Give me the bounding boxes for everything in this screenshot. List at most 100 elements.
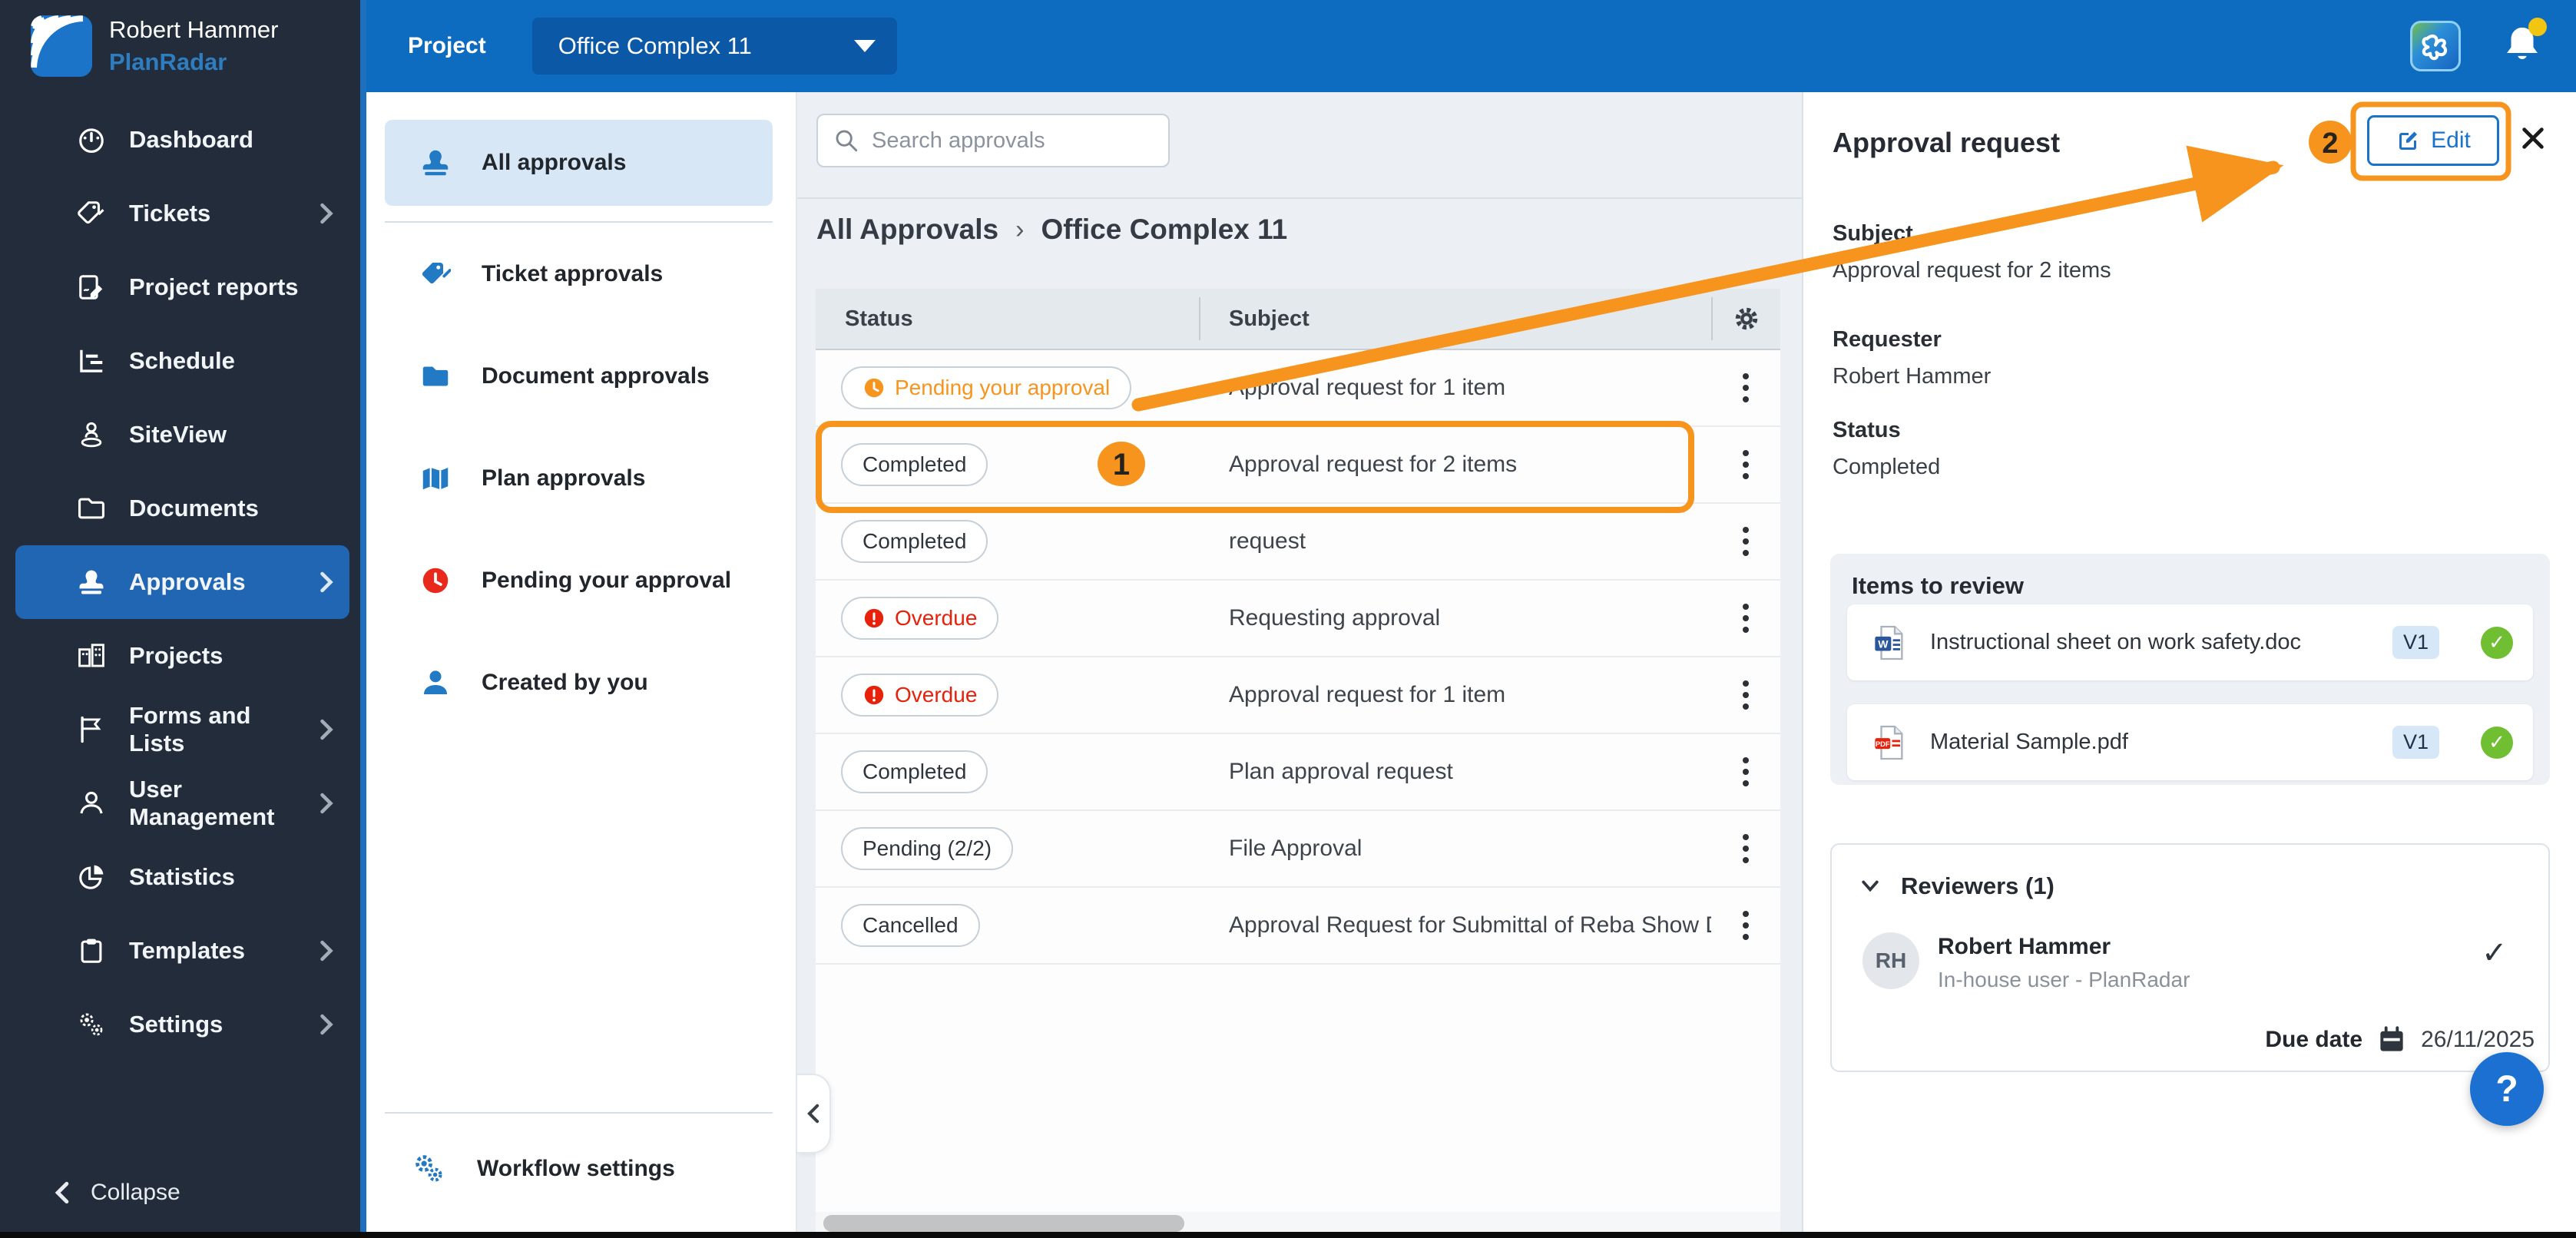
sidebar-item-siteview[interactable]: SiteView [0, 398, 360, 472]
folder-icon [77, 494, 106, 523]
review-item-pdf[interactable]: PDF Material Sample.pdf V1 ✓ [1847, 704, 2533, 780]
table-row[interactable]: Completed request [816, 504, 1780, 581]
notifications-button[interactable] [2502, 24, 2542, 68]
project-selector[interactable]: Office Complex 11 [532, 18, 897, 74]
status-badge: Cancelled [841, 904, 980, 947]
approvals-filter-panel: All approvals Ticket approvals Document … [366, 92, 797, 1238]
review-item-doc[interactable]: W Instructional sheet on work safety.doc… [1847, 604, 2533, 680]
sidebar-item-tickets[interactable]: Tickets [0, 177, 360, 250]
topbar: Project Office Complex 11 [366, 0, 2576, 92]
breadcrumb-current: Office Complex 11 [1041, 214, 1287, 246]
sidebar-item-projects[interactable]: Projects [0, 619, 360, 693]
filter-ticket-approvals[interactable]: Ticket approvals [366, 223, 796, 325]
file-name: Instructional sheet on work safety.doc [1930, 630, 2368, 655]
chevron-right-icon [319, 792, 334, 815]
chevron-right-icon [319, 202, 334, 225]
calendar-icon [2378, 1026, 2405, 1054]
status-value: Completed [1833, 455, 1940, 480]
svg-text:W: W [1878, 637, 1889, 650]
breadcrumb-root[interactable]: All Approvals [816, 214, 998, 246]
edit-button[interactable]: Edit [2367, 115, 2499, 166]
approvals-stamp-icon [77, 568, 106, 597]
subject-value: Approval request for 2 items [1833, 258, 2111, 283]
version-badge[interactable]: V1 [2392, 626, 2439, 659]
sidebar-item-settings[interactable]: Settings [0, 988, 360, 1061]
search-icon [833, 127, 859, 154]
row-menu-button[interactable] [1737, 444, 1755, 485]
app-name: PlanRadar [109, 48, 279, 76]
row-menu-button[interactable] [1737, 905, 1755, 946]
row-menu-button[interactable] [1737, 828, 1755, 869]
reviewers-section: Reviewers (1) RH Robert Hammer In-house … [1830, 843, 2550, 1072]
close-panel-button[interactable] [2516, 121, 2550, 155]
chevron-right-icon [319, 571, 334, 594]
table-empty-space [816, 965, 1780, 1212]
version-badge[interactable]: V1 [2392, 726, 2439, 759]
help-button[interactable]: ? [2470, 1052, 2544, 1126]
workflow-gears-icon [412, 1152, 446, 1186]
connect-icon [2419, 29, 2452, 63]
sidebar-item-dashboard[interactable]: Dashboard [0, 103, 360, 177]
row-menu-button[interactable] [1737, 521, 1755, 562]
sidebar-item-templates[interactable]: Templates [0, 914, 360, 988]
search-input[interactable] [872, 128, 1153, 154]
account-block[interactable]: Robert Hammer PlanRadar [31, 15, 279, 77]
chevron-right-icon [319, 1013, 334, 1036]
chevron-left-icon [54, 1180, 71, 1205]
table-row[interactable]: Cancelled Approval Request for Submittal… [816, 888, 1780, 965]
row-menu-button[interactable] [1737, 367, 1755, 409]
sidebar-item-user-management[interactable]: User Management [0, 766, 360, 840]
table-row[interactable]: Pending your approval Approval request f… [816, 350, 1780, 427]
column-header-status[interactable]: Status [816, 297, 1200, 340]
table-settings-button[interactable] [1711, 297, 1780, 340]
sidebar-accent-strip [360, 0, 366, 1238]
filter-document-approvals[interactable]: Document approvals [366, 325, 796, 427]
panel-collapse-handle[interactable] [797, 1074, 831, 1154]
filter-pending-your-approval[interactable]: Pending your approval [366, 529, 796, 631]
approved-check-icon: ✓ [2481, 727, 2513, 759]
gears-icon [77, 1010, 106, 1039]
sidebar-nav: Dashboard Tickets Project reports Schedu… [0, 103, 360, 1061]
search-box[interactable] [816, 114, 1170, 167]
row-menu-button[interactable] [1737, 597, 1755, 639]
status-badge: Pending (2/2) [841, 827, 1013, 870]
sidebar-item-schedule[interactable]: Schedule [0, 324, 360, 398]
connect-app-button[interactable] [2410, 21, 2461, 71]
table-header: Status Subject [816, 289, 1780, 350]
sidebar-item-approvals[interactable]: Approvals [15, 545, 349, 619]
filter-created-by-you[interactable]: Created by you [366, 631, 796, 733]
column-header-subject[interactable]: Subject [1200, 297, 1711, 340]
chevron-left-icon [806, 1103, 820, 1124]
requester-value: Robert Hammer [1833, 364, 1991, 389]
workflow-settings-button[interactable]: Workflow settings [366, 1130, 796, 1207]
tickets-icon [77, 199, 106, 228]
table-row[interactable]: Completed Plan approval request [816, 734, 1780, 811]
user-icon [77, 789, 106, 818]
sidebar-item-documents[interactable]: Documents [0, 472, 360, 545]
reviewers-toggle[interactable]: Reviewers (1) [1859, 872, 2055, 900]
row-menu-button[interactable] [1737, 751, 1755, 793]
map-icon [420, 463, 451, 494]
reviewer-subtitle: In-house user - PlanRadar [1938, 968, 2190, 992]
edit-pencil-icon [2396, 128, 2420, 153]
table-row[interactable]: Overdue Approval request for 1 item [816, 657, 1780, 734]
pie-chart-icon [77, 862, 106, 892]
scrollbar-thumb[interactable] [823, 1215, 1184, 1232]
table-row[interactable]: Completed Approval request for 2 items [816, 427, 1780, 504]
filter-plan-approvals[interactable]: Plan approvals [366, 427, 796, 529]
sidebar-collapse-button[interactable]: Collapse [0, 1166, 180, 1220]
filter-all-approvals[interactable]: All approvals [385, 120, 773, 206]
person-icon [420, 667, 451, 698]
due-date-value: 26/11/2025 [2421, 1027, 2535, 1053]
sidebar-item-forms-and-lists[interactable]: Forms and Lists [0, 693, 360, 766]
notification-badge [2528, 18, 2547, 36]
row-menu-button[interactable] [1737, 674, 1755, 716]
sidebar-item-statistics[interactable]: Statistics [0, 840, 360, 914]
breadcrumb-separator-icon: › [1015, 215, 1024, 245]
reviewer-approved-icon: ✓ [2482, 935, 2508, 971]
sidebar-item-project-reports[interactable]: Project reports [0, 250, 360, 324]
table-row[interactable]: Overdue Requesting approval [816, 581, 1780, 657]
table-row[interactable]: Pending (2/2) File Approval [816, 811, 1780, 888]
chevron-down-icon [1859, 878, 1881, 895]
subject-label: Subject [1833, 221, 1913, 247]
